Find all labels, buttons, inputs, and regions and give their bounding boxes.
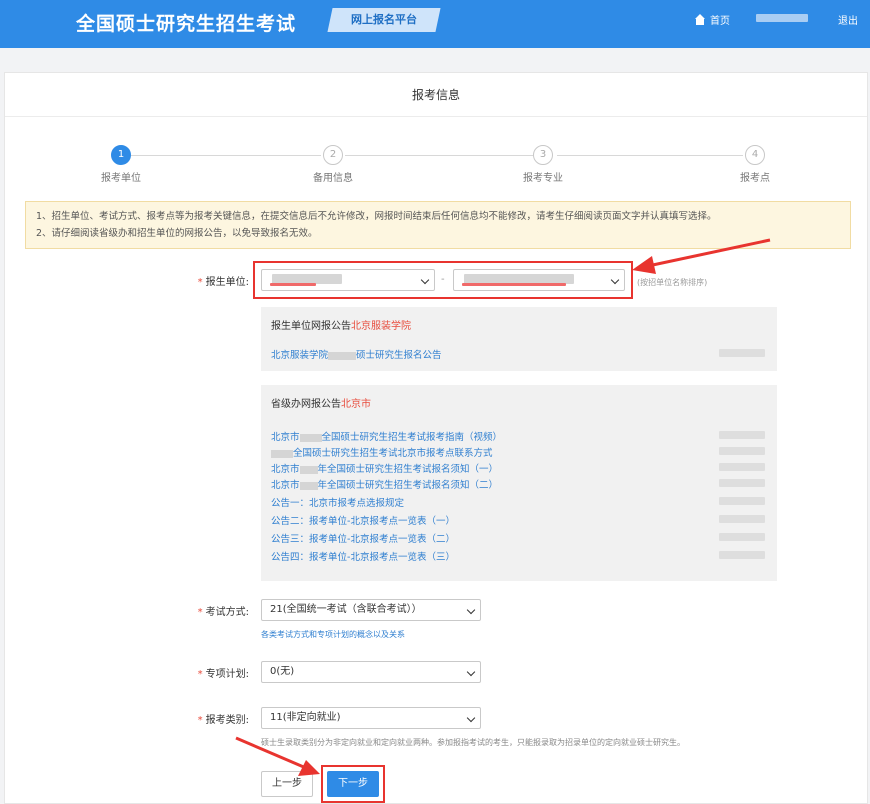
announcement-link[interactable]: 北京服装学院硕士研究生报名公告: [271, 347, 442, 361]
unit-announcement-panel: 报生单位网报公告北京服装学院 北京服装学院硕士研究生报名公告: [261, 307, 777, 371]
exam-category-label: *报考类别:: [169, 711, 249, 726]
announcement-link[interactable]: 公告四：报考单位-北京报考点一览表（三）: [271, 549, 455, 563]
logout-link[interactable]: 退出: [838, 12, 858, 27]
redacted-date: [719, 515, 765, 523]
special-plan-label: *专项计划:: [169, 665, 249, 680]
redacted-date: [719, 349, 765, 357]
announcement-link[interactable]: 北京市年全国硕士研究生招生考试报名须知（一）: [271, 461, 498, 475]
announcement-link[interactable]: 北京市年全国硕士研究生招生考试报名须知（二）: [271, 477, 498, 491]
step-3: 3 报考专业: [503, 145, 583, 184]
panel-title: 报生单位网报公告北京服装学院: [271, 317, 411, 332]
exam-mode-help-link[interactable]: 各类考试方式和专项计划的概念以及关系: [261, 629, 405, 640]
special-plan-value: 0(无): [270, 666, 294, 677]
username-redacted: [756, 14, 808, 22]
home-link[interactable]: 首页: [694, 12, 730, 27]
annotation-highlight-unit: [253, 261, 633, 299]
exam-category-select[interactable]: 11(非定向就业): [261, 707, 481, 729]
sort-hint: (按招单位名称排序): [637, 277, 707, 288]
exam-category-value: 11(非定向就业): [270, 712, 341, 723]
apply-info-card: 报考信息 1 报考单位 2 备用信息 3 报考专业 4 报考点 1、招生单位、考…: [4, 72, 868, 804]
exam-category-note: 硕士生录取类别分为非定向就业和定向就业两种。参加报指考试的考生，只能报录取为招录…: [261, 737, 685, 748]
announcement-link[interactable]: 公告二：报考单位-北京报考点一览表（一）: [271, 513, 455, 527]
chevron-down-icon: [467, 606, 475, 614]
notice-line-2: 2、请仔细阅读省级办和招生单位的网报公告，以免导致报名无效。: [36, 225, 840, 242]
exam-mode-select[interactable]: 21(全国统一考试（含联合考试））: [261, 599, 481, 621]
annotation-highlight-next: [321, 765, 385, 803]
home-icon: [694, 14, 706, 25]
step-label: 报考点: [715, 169, 795, 184]
redacted-date: [719, 479, 765, 487]
progress-steps: 1 报考单位 2 备用信息 3 报考专业 4 报考点: [5, 145, 867, 185]
notice-box: 1、招生单位、考试方式、报考点等为报考关键信息，在提交信息后不允许修改，网报时间…: [25, 201, 851, 249]
chevron-down-icon: [467, 668, 475, 676]
platform-badge: 网上报名平台: [327, 8, 440, 32]
announcement-link[interactable]: 北京市全国硕士研究生招生考试报考指南（视频）: [271, 429, 502, 443]
province-announcement-panel: 省级办网报公告北京市 北京市全国硕士研究生招生考试报考指南（视频） 全国硕士研究…: [261, 385, 777, 581]
special-plan-select[interactable]: 0(无): [261, 661, 481, 683]
step-2: 2 备用信息: [293, 145, 373, 184]
unit-label: *报生单位:: [169, 273, 249, 288]
step-number: 1: [111, 145, 131, 165]
panel-title: 省级办网报公告北京市: [271, 395, 371, 410]
announcement-link[interactable]: 公告三：报考单位-北京报考点一览表（二）: [271, 531, 455, 545]
step-label: 报考专业: [503, 169, 583, 184]
step-number: 4: [745, 145, 765, 165]
home-label: 首页: [710, 12, 730, 27]
step-number: 3: [533, 145, 553, 165]
redacted-date: [719, 431, 765, 439]
site-title: 全国硕士研究生招生考试: [76, 9, 296, 36]
notice-line-1: 1、招生单位、考试方式、报考点等为报考关键信息，在提交信息后不允许修改，网报时间…: [36, 208, 840, 225]
chevron-down-icon: [467, 714, 475, 722]
redacted-date: [719, 463, 765, 471]
exam-mode-value: 21(全国统一考试（含联合考试））: [270, 604, 422, 615]
platform-label: 网上报名平台: [351, 8, 417, 32]
page-title: 报考信息: [5, 73, 867, 117]
step-4: 4 报考点: [715, 145, 795, 184]
step-number: 2: [323, 145, 343, 165]
exam-mode-label: *考试方式:: [169, 603, 249, 618]
step-label: 备用信息: [293, 169, 373, 184]
redacted-date: [719, 497, 765, 505]
announcement-link[interactable]: 公告一：北京市报考点选报规定: [271, 495, 404, 509]
top-header: 全国硕士研究生招生考试 网上报名平台 首页 退出: [0, 0, 870, 48]
prev-step-button[interactable]: 上一步: [261, 771, 313, 797]
redacted-date: [719, 533, 765, 541]
redacted-date: [719, 551, 765, 559]
step-1: 1 报考单位: [81, 145, 161, 184]
step-label: 报考单位: [81, 169, 161, 184]
announcement-link[interactable]: 全国硕士研究生招生考试北京市报考点联系方式: [271, 445, 493, 459]
redacted-date: [719, 447, 765, 455]
